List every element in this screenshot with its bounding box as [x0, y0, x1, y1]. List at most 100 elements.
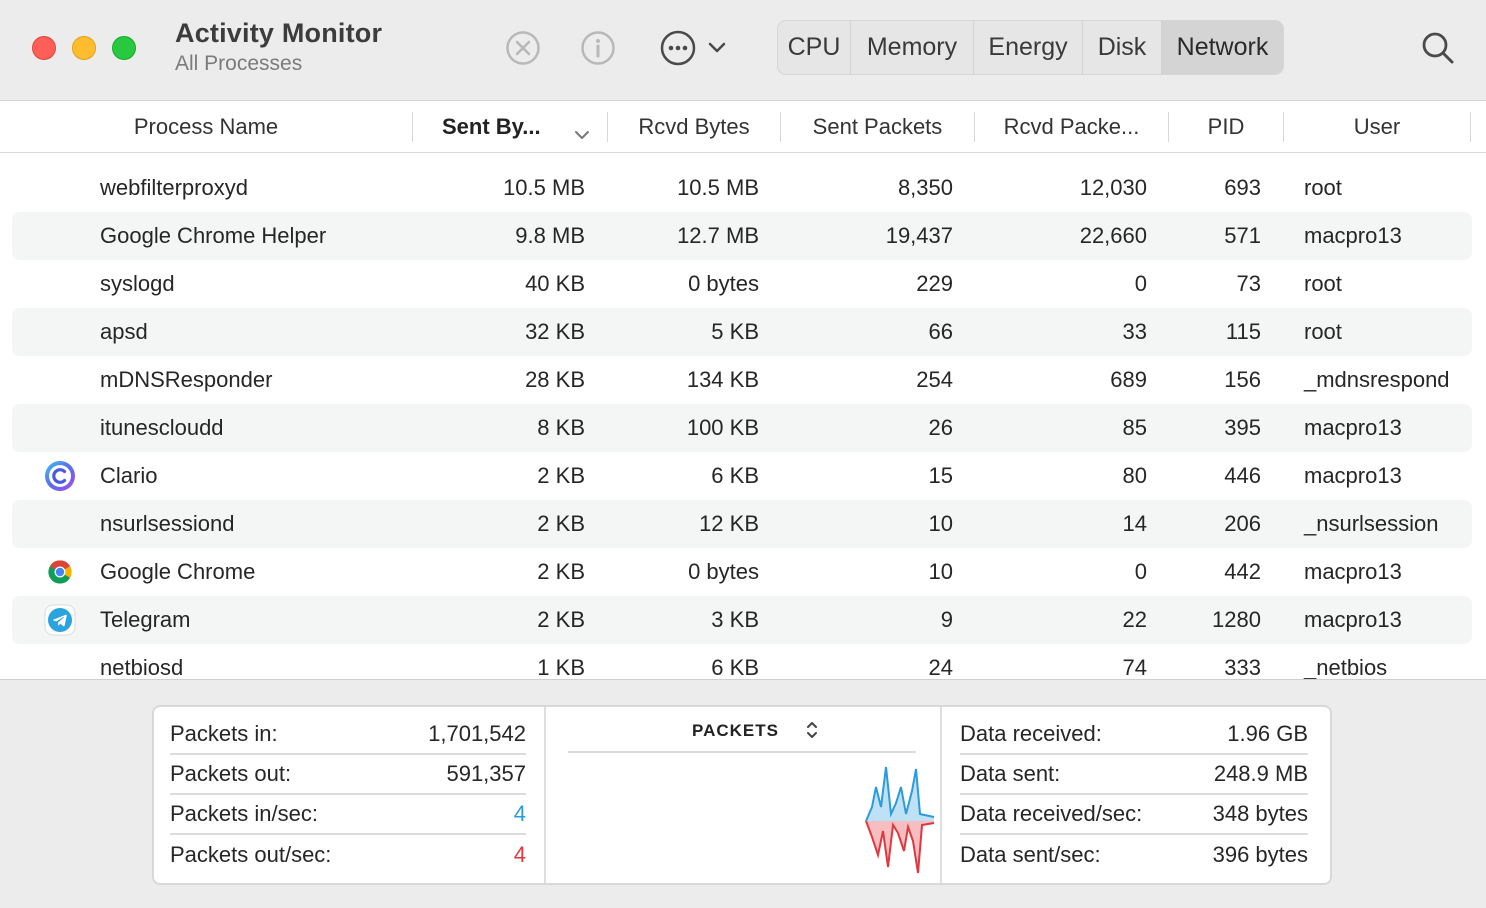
rcvd-packets: 0 — [1134, 559, 1147, 584]
sent-bytes: 2 KB — [537, 607, 585, 632]
stat-value: 248.9 MB — [1213, 761, 1308, 786]
tab-cpu[interactable]: CPU — [778, 21, 851, 74]
rcvd-bytes: 12.7 MB — [677, 223, 759, 248]
stop-process-icon[interactable] — [503, 28, 543, 68]
tab-memory[interactable]: Memory — [851, 21, 974, 74]
column-header-sent-packets[interactable]: Sent Packets — [781, 101, 974, 153]
tab-network[interactable]: Network — [1162, 21, 1283, 74]
rcvd-bytes: 100 KB — [686, 415, 759, 440]
tab-energy[interactable]: Energy — [974, 21, 1083, 74]
user: macpro13 — [1304, 223, 1402, 248]
sent-packets: 8,350 — [897, 175, 953, 200]
table-row[interactable]: webfilterproxyd 10.5 MB 10.5 MB 8,350 12… — [12, 164, 1472, 212]
sent-bytes: 2 KB — [537, 559, 585, 584]
stat-value: 1.96 GB — [1227, 721, 1308, 746]
stat-label: Packets out/sec: — [170, 842, 332, 867]
user: macpro13 — [1304, 559, 1402, 584]
process-name: mDNSResponder — [100, 367, 273, 392]
sent-packets: 10 — [928, 559, 953, 584]
user: _netbios — [1304, 655, 1388, 679]
table-row[interactable]: syslogd 40 KB 0 bytes 229 0 73 root — [12, 260, 1472, 308]
table-row[interactable]: Clario 2 KB 6 KB 15 80 446 macpro13 — [12, 452, 1472, 500]
sent-bytes: 8 KB — [537, 415, 585, 440]
sent-bytes: 28 KB — [525, 367, 585, 392]
rcvd-bytes: 12 KB — [699, 511, 759, 536]
rcvd-packets: 22,660 — [1079, 223, 1147, 248]
table-row[interactable]: Google Chrome 2 KB 0 bytes 10 0 442 macp… — [12, 548, 1472, 596]
pid: 1280 — [1212, 607, 1261, 632]
packets-in-row: Packets in: 1,701,542 — [170, 715, 526, 755]
window-title: Activity Monitor — [175, 18, 383, 48]
more-actions-icon[interactable] — [658, 28, 698, 68]
chart-divider — [568, 751, 916, 753]
sent-packets: 15 — [928, 463, 953, 488]
packets-in-area — [866, 767, 934, 821]
user: _nsurlsession — [1304, 511, 1439, 536]
rcvd-bytes: 5 KB — [711, 319, 759, 344]
column-header-process-name[interactable]: Process Name — [0, 101, 412, 153]
user: root — [1304, 319, 1342, 344]
chevron-down-icon[interactable] — [700, 28, 734, 68]
sent-bytes: 2 KB — [537, 511, 585, 536]
sent-bytes: 9.8 MB — [515, 223, 585, 248]
data-received-row: Data received: 1.96 GB — [960, 715, 1308, 755]
stat-value: 4 — [513, 801, 526, 826]
table-row[interactable]: nsurlsessiond 2 KB 12 KB 10 14 206 _nsur… — [12, 500, 1472, 548]
info-icon[interactable] — [578, 28, 618, 68]
pid: 446 — [1224, 463, 1261, 488]
chrome-app-icon — [44, 556, 76, 588]
column-header-user[interactable]: User — [1284, 101, 1470, 153]
zoom-window-button[interactable] — [112, 36, 136, 60]
column-divider[interactable] — [1470, 112, 1471, 142]
telegram-app-icon — [44, 604, 76, 636]
rcvd-bytes: 6 KB — [711, 655, 759, 679]
table-row[interactable]: Google Chrome Helper 9.8 MB 12.7 MB 19,4… — [12, 212, 1472, 260]
packets-in-sec-row: Packets in/sec: 4 — [170, 795, 526, 835]
window-subtitle[interactable]: All Processes — [175, 52, 302, 76]
tab-disk[interactable]: Disk — [1083, 21, 1162, 74]
sort-descending-icon — [573, 121, 591, 147]
sent-bytes: 32 KB — [525, 319, 585, 344]
sent-packets: 26 — [928, 415, 953, 440]
stat-value: 396 bytes — [1212, 842, 1308, 867]
column-divider — [544, 707, 546, 883]
view-tabs: CPU Memory Energy Disk Network — [777, 20, 1284, 75]
search-icon[interactable] — [1418, 28, 1458, 68]
user: root — [1304, 175, 1342, 200]
stat-value: 1,701,542 — [428, 721, 526, 746]
network-stats-box: Packets in: 1,701,542 Packets out: 591,3… — [152, 705, 1332, 885]
process-name: syslogd — [100, 271, 175, 296]
stat-label: Packets out: — [170, 761, 292, 786]
table-row[interactable]: netbiosd 1 KB 6 KB 24 74 333 _netbios — [12, 644, 1472, 679]
column-header-sent-bytes[interactable]: Sent By... — [413, 101, 607, 153]
process-name: itunescloudd — [100, 415, 224, 440]
up-down-chevron-icon[interactable] — [804, 719, 820, 746]
process-name: Google Chrome — [100, 559, 256, 584]
close-window-button[interactable] — [32, 36, 56, 60]
column-header-rcvd-bytes[interactable]: Rcvd Bytes — [608, 101, 780, 153]
minimize-window-button[interactable] — [72, 36, 96, 60]
process-name: apsd — [100, 319, 148, 344]
process-name: nsurlsessiond — [100, 511, 235, 536]
table-row[interactable]: apsd 32 KB 5 KB 66 33 115 root — [12, 308, 1472, 356]
pid: 395 — [1224, 415, 1261, 440]
chart-mode-selector[interactable]: PACKETS — [692, 721, 779, 741]
table-row[interactable]: itunescloudd 8 KB 100 KB 26 85 395 macpr… — [12, 404, 1472, 452]
sent-bytes: 40 KB — [525, 271, 585, 296]
table-row[interactable]: mDNSResponder 28 KB 134 KB 254 689 156 _… — [12, 356, 1472, 404]
stat-label: Data received/sec: — [960, 801, 1143, 826]
stat-value: 591,357 — [446, 761, 526, 786]
packets-out-row: Packets out: 591,357 — [170, 755, 526, 795]
user: macpro13 — [1304, 415, 1402, 440]
rcvd-packets: 74 — [1122, 655, 1147, 679]
column-header-pid[interactable]: PID — [1169, 101, 1283, 153]
pid: 693 — [1224, 175, 1261, 200]
clario-app-icon — [44, 460, 76, 492]
sent-packets: 19,437 — [885, 223, 953, 248]
rcvd-bytes: 3 KB — [711, 607, 759, 632]
pid: 571 — [1224, 223, 1261, 248]
stat-value: 4 — [513, 842, 526, 867]
column-header-rcvd-packets[interactable]: Rcvd Packe... — [975, 101, 1168, 153]
user: root — [1304, 271, 1342, 296]
table-row[interactable]: Telegram 2 KB 3 KB 9 22 1280 macpro13 — [12, 596, 1472, 644]
